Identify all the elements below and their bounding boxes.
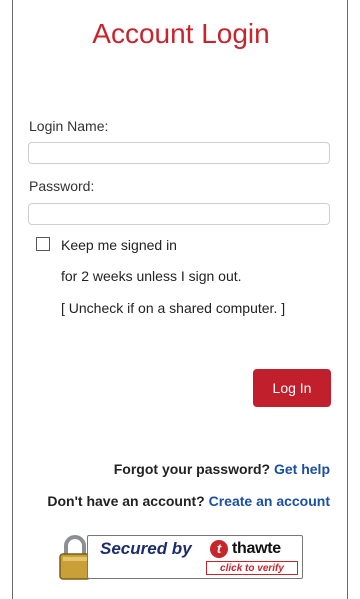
forgot-password-row: Forgot your password? Get help [114, 461, 330, 477]
shared-computer-note: [ Uncheck if on a shared computer. ] [61, 300, 286, 316]
keep-signed-in-label: Keep me signed in [61, 237, 177, 253]
signup-row: Don't have an account? Create an account [47, 493, 330, 509]
login-panel: Account Login Login Name: Password: Keep… [12, 0, 348, 599]
click-to-verify-link[interactable]: click to verify [206, 561, 298, 575]
log-in-button[interactable]: Log In [253, 369, 331, 407]
thawte-seal[interactable]: Secured by t thawte click to verify [57, 531, 307, 583]
keep-signed-in-note: for 2 weeks unless I sign out. [61, 268, 242, 284]
secured-by-text: Secured by [100, 539, 192, 558]
thawte-brand-text: thawte [232, 540, 281, 557]
get-help-link[interactable]: Get help [274, 461, 330, 477]
keep-signed-in-checkbox[interactable] [36, 237, 50, 251]
password-input[interactable] [28, 203, 330, 225]
signup-text: Don't have an account? [47, 493, 205, 509]
forgot-password-text: Forgot your password? [113, 461, 271, 477]
login-name-label: Login Name: [29, 118, 109, 134]
create-account-link[interactable]: Create an account [209, 493, 330, 509]
password-label: Password: [29, 178, 95, 194]
page-title: Account Login [92, 18, 270, 49]
seal-box: Secured by t thawte click to verify [87, 535, 303, 579]
login-name-input[interactable] [28, 142, 330, 164]
thawte-logo-icon: t [210, 540, 228, 558]
